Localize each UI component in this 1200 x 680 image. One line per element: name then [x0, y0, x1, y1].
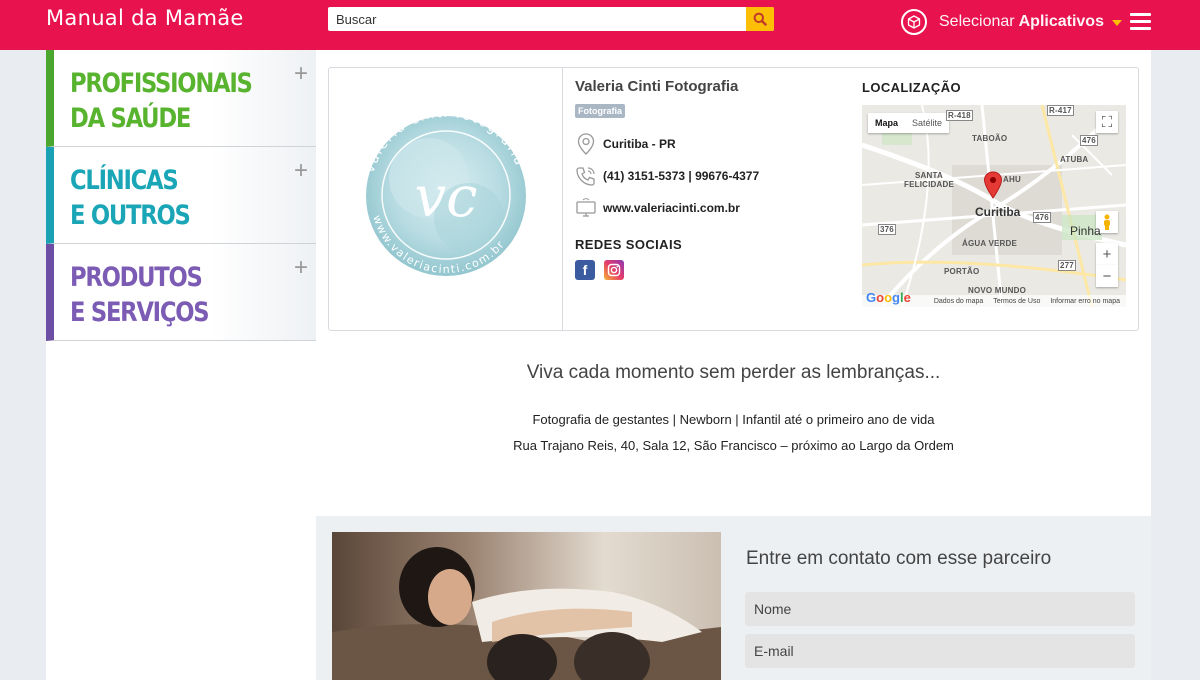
name-field[interactable] — [745, 592, 1135, 626]
map-label: AHU — [1003, 175, 1021, 184]
map-city-label: Curitiba — [975, 205, 1021, 219]
map-terms-link[interactable]: Termos de Uso — [993, 298, 1040, 305]
facebook-icon[interactable]: f — [575, 260, 595, 280]
map-label: ATUBA — [1060, 155, 1089, 164]
category-sidebar: PROFISSIONAIS DA SAÚDE + CLÍNICAS E OUTR… — [46, 50, 316, 680]
search-button[interactable] — [746, 7, 774, 31]
phone-row: (41) 3151-5373 | 99676-4377 — [575, 163, 845, 189]
search-bar — [328, 7, 774, 31]
map-city-label: Pinha — [1070, 224, 1101, 238]
road-shield: 376 — [878, 224, 896, 235]
monitor-icon — [575, 197, 597, 219]
site-logo[interactable]: Manual da Mamãe — [46, 6, 244, 30]
location-text: Curitiba - PR — [603, 137, 676, 151]
caret-down-icon — [1111, 20, 1122, 26]
apps-label: Selecionar Aplicativos — [939, 13, 1104, 30]
map-label: PORTÃO — [944, 267, 980, 276]
road-shield: 476 — [1033, 212, 1051, 223]
website-row: www.valeriacinti.com.br — [575, 195, 845, 221]
tab-map[interactable]: Mapa — [868, 113, 905, 133]
category-produtos-e-servicos[interactable]: PRODUTOS E SERVIÇOS + — [46, 244, 316, 341]
zoom-in-button[interactable]: + — [1096, 243, 1118, 265]
expand-plus-icon[interactable]: + — [294, 62, 308, 86]
category-tag[interactable]: Fotografia — [575, 104, 625, 118]
business-info: Valeria Cinti Fotografia Fotografia Curi… — [575, 78, 845, 280]
select-apps-button[interactable]: Selecionar Aplicativos — [901, 9, 1122, 35]
cube-icon — [901, 9, 927, 35]
google-logo: Google — [866, 290, 911, 305]
contact-section: Entre em contato com esse parceiro — [316, 516, 1151, 680]
menu-icon[interactable] — [1130, 13, 1151, 31]
business-description: Fotografia de gestantes | Newborn | Infa… — [316, 407, 1151, 459]
business-tagline: Viva cada momento sem perder as lembranç… — [526, 362, 941, 383]
address-line: Rua Trajano Reis, 40, Sala 12, São Franc… — [513, 438, 954, 453]
business-card: valeria cinti fotografia www.valeriacint… — [328, 67, 1139, 331]
map-marker-icon[interactable] — [983, 171, 1003, 199]
svg-text:vc: vc — [415, 165, 478, 230]
map-report-link[interactable]: Informar erro no mapa — [1050, 298, 1120, 305]
top-bar: Manual da Mamãe SelecionarAplicativos — [0, 0, 1200, 50]
instagram-icon[interactable] — [604, 260, 624, 280]
map-label: NOVO MUNDO — [968, 286, 1026, 295]
phone-icon — [575, 165, 597, 187]
expand-plus-icon[interactable]: + — [294, 159, 308, 183]
social-title: REDES SOCIAIS — [575, 237, 683, 252]
zoom-out-button[interactable]: − — [1096, 265, 1118, 287]
business-photo — [332, 532, 721, 680]
main-content: valeria cinti fotografia www.valeriacint… — [316, 50, 1151, 516]
road-shield: 277 — [1058, 260, 1076, 271]
services-line: Fotografia de gestantes | Newborn | Infa… — [532, 412, 935, 427]
business-logo: valeria cinti fotografia www.valeriacint… — [329, 68, 563, 330]
location-title: LOCALIZAÇÃO — [862, 80, 961, 95]
map-type-tabs: Mapa Satélite — [868, 113, 950, 133]
social-links: f — [575, 260, 845, 280]
search-input[interactable] — [328, 7, 746, 31]
tab-satellite[interactable]: Satélite — [905, 113, 949, 133]
category-clinicas-e-outros[interactable]: CLÍNICAS E OUTROS + — [46, 147, 316, 244]
location-row: Curitiba - PR — [575, 131, 845, 157]
map-data-link[interactable]: Dados do mapa — [934, 298, 983, 305]
website-link[interactable]: www.valeriacinti.com.br — [603, 201, 740, 215]
contact-title: Entre em contato com esse parceiro — [746, 548, 1052, 569]
category-profissionais-da-saude[interactable]: PROFISSIONAIS DA SAÚDE + — [46, 50, 316, 147]
expand-plus-icon[interactable]: + — [294, 256, 308, 280]
email-field[interactable] — [745, 634, 1135, 668]
fullscreen-icon[interactable]: ⛶ — [1096, 111, 1118, 133]
map-label: ÁGUA VERDE — [962, 239, 1018, 248]
location-pin-icon — [575, 133, 597, 155]
category-title: PRODUTOS E SERVIÇOS — [70, 262, 210, 328]
map-label: SANTA FELICIDADE — [904, 171, 954, 189]
category-title: PROFISSIONAIS DA SAÚDE — [70, 68, 253, 134]
location-map[interactable]: Mapa Satélite ⛶ + − TABOÃO ATUBA SANTA F… — [862, 105, 1126, 307]
road-shield: R-417 — [1047, 105, 1074, 116]
category-title: CLÍNICAS E OUTROS — [70, 165, 191, 231]
map-label: TABOÃO — [972, 134, 1008, 143]
search-icon — [753, 12, 767, 26]
phone-text[interactable]: (41) 3151-5373 | 99676-4377 — [603, 169, 759, 183]
road-shield: R-418 — [946, 110, 973, 121]
business-name: Valeria Cinti Fotografia — [575, 78, 739, 95]
road-shield: 476 — [1080, 135, 1098, 146]
